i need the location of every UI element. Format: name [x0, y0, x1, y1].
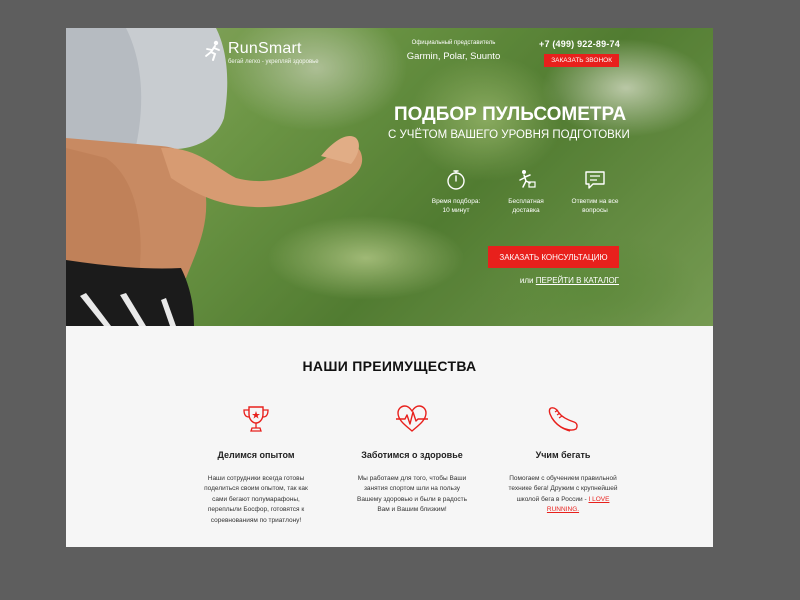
dealer-title: Официальный представитель — [411, 40, 496, 46]
advantage-health-care: Заботимся о здоровье Мы работаем для тог… — [357, 404, 467, 516]
advantage-heading: Делимся опытом — [217, 450, 295, 460]
advantage-text: Наши сотрудники всегда готовы поделиться… — [204, 475, 308, 524]
advantage-text: Мы работаем для того, чтобы Ваши занятия… — [357, 475, 467, 514]
advantage-teach-running: Учим бегать Помогаем с обучением правиль… — [508, 404, 618, 516]
landing-page: RunSmart бегай легко - укрепляй здоровье… — [66, 28, 713, 547]
advantage-heading: Учим бегать — [535, 450, 591, 460]
advantage-share-experience: Делимся опытом Наши сотрудники всегда го… — [201, 404, 311, 526]
runner-logo-icon — [205, 40, 220, 61]
runner-delivery-icon — [519, 170, 536, 188]
logo-tagline: бегай легко - укрепляй здоровье — [228, 59, 319, 65]
feature-label-line2: 10 минут — [442, 207, 470, 215]
feature-label-line2: доставка — [512, 207, 540, 215]
contact-block: +7 (499) 922-89-74 ЗАКАЗАТЬ ЗВОНОК — [539, 39, 620, 67]
stopwatch-icon — [447, 170, 465, 190]
go-to-catalog-link[interactable]: ПЕРЕЙТИ В КАТАЛОГ — [536, 276, 619, 285]
chat-icon — [585, 171, 605, 189]
feature-label-line1: Время подбора: — [431, 198, 481, 205]
order-consultation-button[interactable]: ЗАКАЗАТЬ КОНСУЛЬТАЦИЮ — [488, 246, 619, 268]
feature-selection-time: Время подбора: 10 минут — [428, 169, 484, 216]
hero-section: RunSmart бегай легко - укрепляй здоровье… — [66, 28, 713, 326]
heart-pulse-icon — [396, 405, 428, 432]
phone-number[interactable]: +7 (499) 922-89-74 — [539, 39, 620, 49]
advantage-heading: Заботимся о здоровье — [361, 450, 463, 460]
catalog-prefix: или — [519, 276, 534, 285]
feature-label-line1: Бесплатная — [508, 198, 544, 205]
trophy-icon — [243, 406, 269, 432]
order-call-button[interactable]: ЗАКАЗАТЬ ЗВОНОК — [544, 54, 619, 67]
feature-free-delivery: Бесплатная доставка — [498, 169, 554, 216]
hero-runner-image — [66, 28, 363, 326]
advantage-text: Помогаем с обучением правильной технике … — [508, 474, 618, 516]
catalog-line: или ПЕРЕЙТИ В КАТАЛОГ — [506, 276, 619, 285]
feature-label-line2: вопросы — [582, 207, 608, 215]
advantages-title: НАШИ ПРЕИМУЩЕСТВА — [302, 358, 477, 374]
official-dealer: Официальный представитель Garmin, Polar,… — [396, 40, 511, 62]
dealer-brands: Garmin, Polar, Suunto — [406, 51, 501, 62]
feature-label-line1: Ответим на все — [571, 198, 619, 205]
feature-answer-questions: Ответим на все вопросы — [567, 169, 623, 216]
running-shoe-icon — [548, 407, 578, 432]
hero-subtitle: С УЧЁТОМ ВАШЕГО УРОВНЯ ПОДГОТОВКИ — [388, 129, 630, 141]
hero-title: ПОДБОР ПУЛЬСОМЕТРА — [394, 104, 627, 125]
logo-name: RunSmart — [228, 40, 302, 57]
